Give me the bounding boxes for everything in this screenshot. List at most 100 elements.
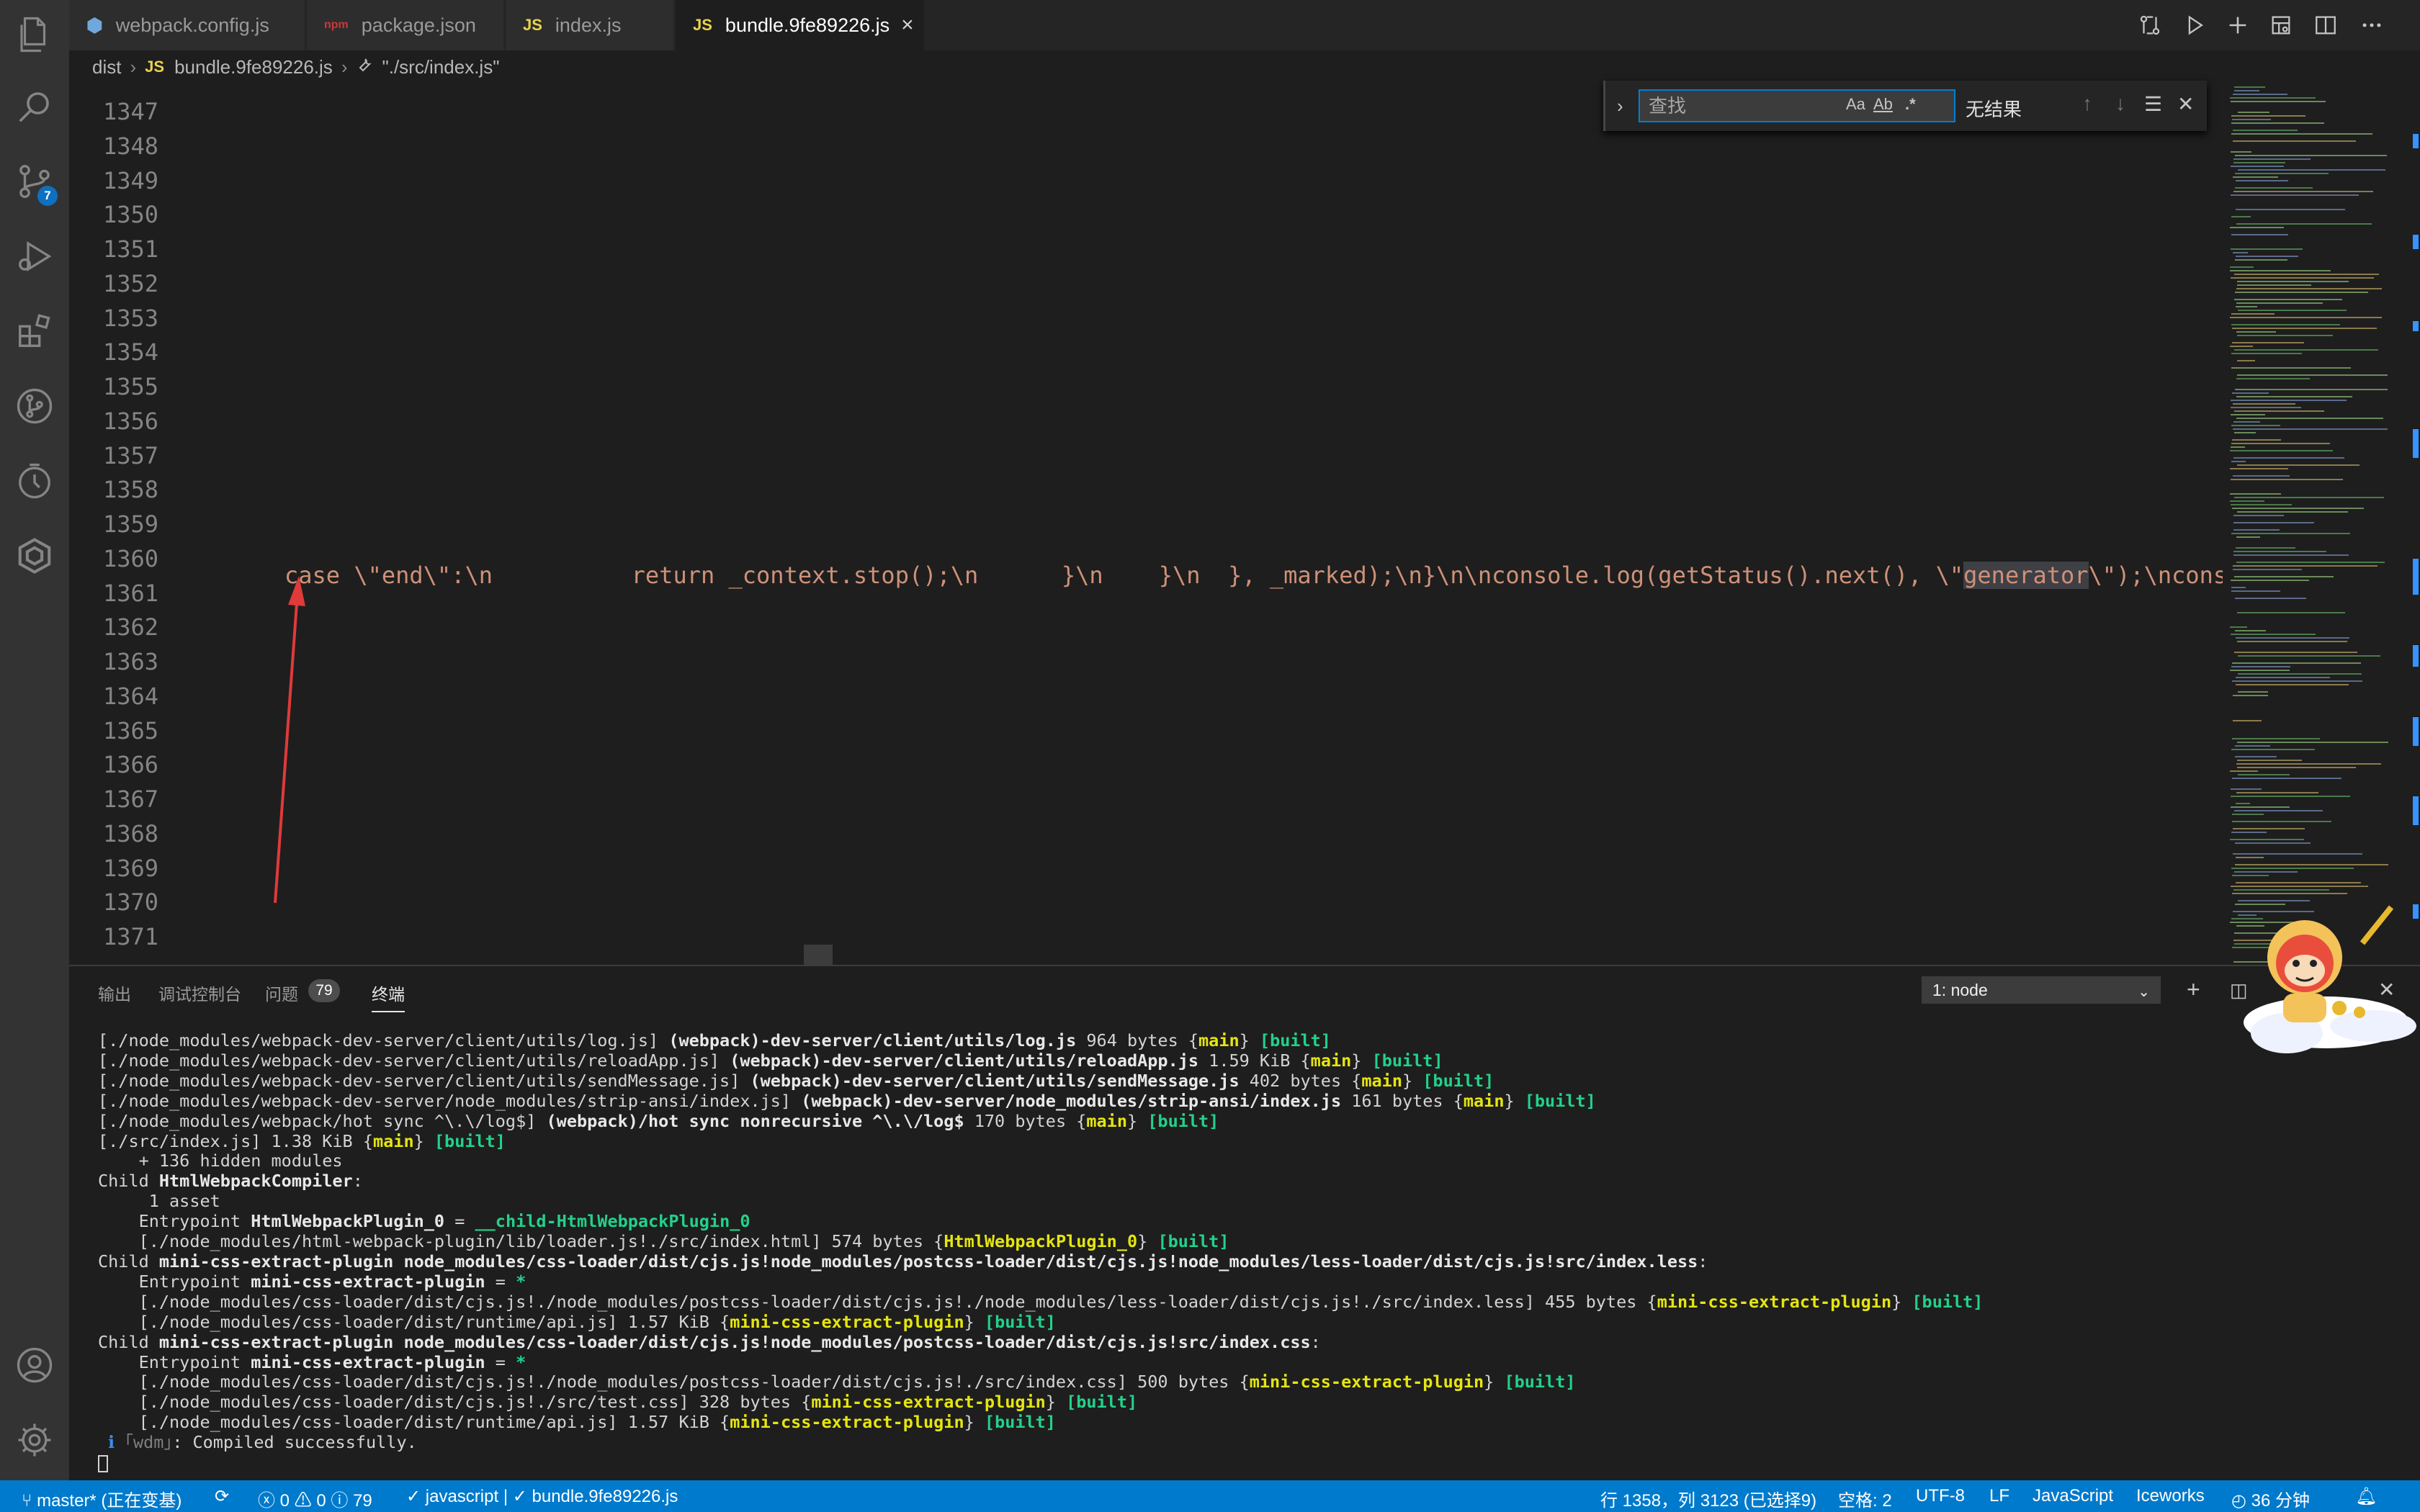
- terminal-text: *: [516, 1271, 526, 1292]
- whole-word-icon[interactable]: Ab: [1873, 95, 1893, 114]
- tab-problems[interactable]: 问题: [265, 981, 298, 1005]
- open-changes-icon[interactable]: [2266, 10, 2296, 40]
- terminal-text: }: [1891, 1291, 1912, 1312]
- source-control-icon[interactable]: 7: [0, 147, 69, 216]
- tab-output[interactable]: 输出: [98, 981, 131, 1005]
- run-icon[interactable]: [2179, 10, 2210, 40]
- sync-icon[interactable]: ⟳: [215, 1486, 229, 1507]
- breadcrumb-folder[interactable]: dist: [92, 56, 121, 78]
- indentation[interactable]: 空格: 2: [1838, 1486, 1892, 1511]
- tab-debug-console[interactable]: 调试控制台: [158, 981, 241, 1005]
- minimap-line: [2236, 562, 2385, 563]
- branch-status[interactable]: ⑂ master* (正在变基): [22, 1486, 182, 1511]
- vertical-scrollbar[interactable]: [2406, 84, 2420, 965]
- minimap-line: [2233, 695, 2268, 696]
- notification-bell-icon[interactable]: 🔔︎: [2355, 1486, 2377, 1507]
- line-number: 1353: [102, 304, 158, 332]
- run-debug-icon[interactable]: [0, 222, 69, 291]
- tab-index-js[interactable]: JS index.js: [506, 0, 674, 50]
- editor-tab-bar: ⬢ webpack.config.js npm package.json JS …: [69, 0, 2420, 50]
- warning-icon: ⚠: [294, 1491, 312, 1511]
- tab-webpack-config[interactable]: ⬢ webpack.config.js: [69, 0, 305, 50]
- add-icon[interactable]: [2223, 10, 2253, 40]
- minimap-line: [2230, 317, 2382, 318]
- minimap-line: [2236, 637, 2349, 639]
- encoding[interactable]: UTF-8: [1916, 1486, 1965, 1506]
- compare-changes-icon[interactable]: [2135, 10, 2165, 40]
- terminal-text: }: [1504, 1090, 1525, 1111]
- find-in-selection-icon[interactable]: ☰: [2144, 92, 2162, 116]
- terminal-output[interactable]: [./node_modules/webpack-dev-server/clien…: [98, 1030, 2403, 1473]
- status-bar: ⑂ master* (正在变基) ⟳ ⓧ 0 ⚠ 0 ⓘ 79 ✓ javasc…: [0, 1480, 2420, 1512]
- account-icon[interactable]: [0, 1331, 69, 1400]
- close-icon[interactable]: ✕: [2177, 92, 2194, 116]
- timer-status[interactable]: ◴ 36 分钟: [2231, 1486, 2310, 1511]
- minimap-line: [2231, 806, 2290, 808]
- terminal-text: [./node_modules/webpack/hot sync ^\.\/lo…: [98, 1110, 547, 1131]
- tab-terminal[interactable]: 终端: [372, 981, 405, 1012]
- minimap-line: [2234, 497, 2384, 498]
- language-mode[interactable]: JavaScript: [2033, 1486, 2113, 1506]
- minimap-line: [2234, 90, 2259, 91]
- end-of-line[interactable]: LF: [1989, 1486, 2009, 1506]
- minimap-line: [2233, 554, 2349, 556]
- terminal-select[interactable]: 1: node ⌄: [1922, 976, 2161, 1004]
- clock-icon: ◴: [2231, 1491, 2246, 1511]
- minimap-line: [2232, 680, 2362, 682]
- iceworks-status[interactable]: Iceworks: [2136, 1486, 2205, 1506]
- split-editor-icon[interactable]: [2311, 10, 2341, 40]
- code-line-1358[interactable]: case \"end\":\n return _context.stop();\…: [284, 562, 2223, 589]
- iceworks-icon[interactable]: [0, 521, 69, 590]
- toggle-replace-chevron-icon[interactable]: ›: [1617, 95, 1623, 117]
- minimap-line: [2231, 533, 2350, 534]
- match-case-icon[interactable]: Aa: [1846, 95, 1865, 114]
- minimap-line: [2235, 598, 2306, 599]
- terminal-text: 161 bytes {: [1341, 1090, 1464, 1111]
- tab-bundle-js[interactable]: JS bundle.9fe89226.js ×: [676, 0, 925, 50]
- timeline-icon[interactable]: [0, 446, 69, 516]
- minimap-line: [2232, 119, 2271, 120]
- js-file-icon: JS: [693, 16, 712, 34]
- more-actions-icon[interactable]: [2357, 10, 2387, 40]
- minimap[interactable]: [2223, 84, 2406, 965]
- search-icon[interactable]: [0, 72, 69, 141]
- new-terminal-icon[interactable]: +: [2187, 976, 2200, 1003]
- minimap-line: [2233, 475, 2290, 477]
- line-number: 1351: [102, 235, 158, 263]
- terminal-text: main: [373, 1130, 414, 1151]
- line-number: 1360: [102, 544, 158, 572]
- horizontal-scroll-thumb[interactable]: [804, 945, 833, 965]
- minimap-line: [2233, 162, 2285, 163]
- regex-icon[interactable]: .*: [1905, 95, 1916, 114]
- terminal-text: =: [485, 1271, 516, 1292]
- activity-bar: 7: [0, 0, 69, 1480]
- arrow-down-icon[interactable]: ↓: [2115, 92, 2125, 115]
- problems-status[interactable]: ⓧ 0 ⚠ 0 ⓘ 79: [258, 1486, 372, 1511]
- code-editor[interactable]: 1347 1348 1349 1350 1351 1352 1353 1354 1355 1356…: [69, 84, 2223, 965]
- minimap-line: [2237, 360, 2255, 361]
- close-icon[interactable]: ×: [901, 13, 914, 37]
- terminal-prompt[interactable]: [98, 1453, 2403, 1473]
- minimap-line: [2237, 760, 2302, 761]
- minimap-line: [2230, 266, 2254, 268]
- eslint-status[interactable]: ✓ javascript | ✓ bundle.9fe89226.js: [406, 1486, 678, 1507]
- terminal-text: : Compiled successfully.: [172, 1432, 417, 1453]
- extensions-icon[interactable]: [0, 297, 69, 366]
- cursor-position[interactable]: 行 1358，列 3123 (已选择9): [1600, 1486, 1816, 1511]
- tab-package-json[interactable]: npm package.json: [307, 0, 504, 50]
- breadcrumb-symbol[interactable]: "./src/index.js": [382, 56, 499, 78]
- terminal-text: [built]: [984, 1412, 1056, 1433]
- minimap-line: [2231, 166, 2284, 167]
- minimap-line: [2231, 234, 2288, 235]
- git-graph-icon[interactable]: [0, 372, 69, 441]
- minimap-line: [2237, 284, 2311, 286]
- manage-gear-icon[interactable]: [0, 1405, 69, 1475]
- minimap-line: [2231, 461, 2246, 462]
- terminal-text: HtmlWebpackPlugin_0: [251, 1211, 445, 1232]
- breadcrumb-file[interactable]: bundle.9fe89226.js: [174, 56, 333, 78]
- minimap-line: [2231, 133, 2372, 135]
- explorer-icon[interactable]: [0, 0, 69, 69]
- minimap-line: [2233, 522, 2314, 523]
- terminal-text: :: [1310, 1331, 1321, 1352]
- arrow-up-icon[interactable]: ↑: [2082, 92, 2092, 115]
